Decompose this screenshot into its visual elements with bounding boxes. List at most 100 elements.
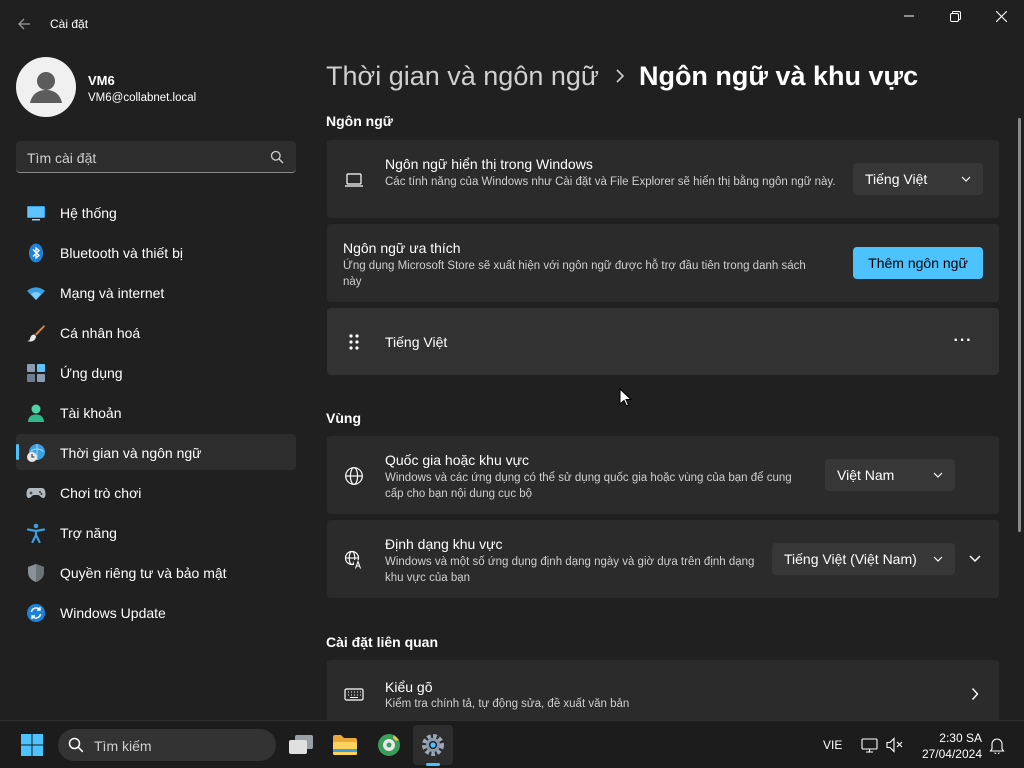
start-button[interactable] [12, 725, 52, 765]
dropdown-value: Việt Nam [837, 467, 895, 483]
breadcrumb: Thời gian và ngôn ngữ Ngôn ngữ và khu vự… [326, 58, 918, 94]
sidebar-item-network[interactable]: Mạng và internet [16, 274, 296, 310]
display-language-title: Ngôn ngữ hiển thị trong Windows [385, 156, 593, 172]
task-view-icon [289, 735, 313, 754]
sidebar-item-label: Mạng và internet [60, 285, 165, 301]
minimize-icon [904, 15, 914, 17]
user-name: VM6 [88, 73, 115, 88]
dropdown-value: Tiếng Việt (Việt Nam) [784, 551, 917, 567]
gear-icon [422, 734, 444, 756]
system-icon [27, 206, 45, 221]
minimize-button[interactable] [886, 0, 932, 32]
globe-icon [345, 467, 363, 485]
shield-icon [28, 564, 44, 582]
regional-format-title: Định dạng khu vực [385, 536, 503, 552]
sidebar-item-label: Windows Update [60, 605, 166, 621]
typing-desc: Kiểm tra chính tả, tự động sửa, đề xuất … [385, 698, 630, 710]
time-language-icon [27, 444, 45, 462]
sidebar-item-time-language[interactable]: Thời gian và ngôn ngữ [16, 434, 296, 470]
display-language-dropdown[interactable]: Tiếng Việt [853, 163, 983, 195]
country-desc: Windows và các ứng dụng có thể sử dụng q… [385, 472, 792, 500]
search-input[interactable]: Tìm cài đặt [16, 141, 296, 173]
back-button[interactable] [12, 12, 36, 36]
title-bar: Cài đặt [0, 0, 1024, 48]
sidebar-item-windows-update[interactable]: Windows Update [16, 594, 296, 630]
sidebar-item-label: Cá nhân hoá [60, 325, 141, 341]
clock-date: 27/04/2024 [921, 747, 982, 761]
sidebar-item-label: Thời gian và ngôn ngữ [60, 445, 202, 461]
regional-format-icon [344, 550, 363, 569]
sidebar-item-label: Quyền riêng tư và bảo mật [60, 565, 227, 581]
country-title: Quốc gia hoặc khu vực [385, 452, 530, 468]
restore-icon [949, 10, 961, 22]
sidebar-item-accessibility[interactable]: Trợ năng [16, 514, 296, 550]
sidebar-item-label: Hệ thống [60, 205, 117, 221]
sidebar-item-accounts[interactable]: Tài khoản [16, 394, 296, 430]
section-region: Vùng [326, 410, 361, 426]
settings-app-button[interactable] [413, 725, 453, 765]
expand-chevron-icon[interactable] [968, 553, 982, 565]
search-placeholder: Tìm cài đặt [27, 150, 97, 166]
laptop-icon [345, 173, 363, 187]
drag-handle-icon[interactable] [348, 333, 360, 351]
clock-time: 2:30 SA [939, 731, 982, 745]
country-dropdown[interactable]: Việt Nam [825, 459, 955, 491]
language-item-title: Tiếng Việt [385, 334, 448, 350]
dropdown-value: Tiếng Việt [865, 171, 928, 187]
sidebar-item-label: Chơi trò chơi [60, 485, 142, 501]
sidebar-item-label: Trợ năng [60, 525, 117, 541]
user-email: VM6@collabnet.local [88, 92, 197, 104]
app-button[interactable] [369, 725, 409, 765]
chevron-down-icon [933, 556, 943, 562]
volume-muted-icon[interactable] [886, 737, 904, 753]
app-icon [378, 734, 400, 756]
page-title: Ngôn ngữ và khu vực [638, 60, 919, 91]
sidebar-item-system[interactable]: Hệ thống [16, 194, 296, 230]
regional-format-desc: Windows và một số ứng dụng định dạng ngà… [385, 556, 755, 584]
back-arrow-icon [18, 18, 30, 30]
app-title: Cài đặt [50, 17, 89, 31]
maximize-button[interactable] [932, 0, 978, 32]
apps-icon [27, 364, 45, 382]
input-language[interactable]: VIE [823, 738, 842, 752]
section-related: Cài đặt liên quan [326, 634, 439, 650]
search-icon [68, 737, 84, 753]
file-explorer-button[interactable] [325, 725, 365, 765]
scrollbar[interactable] [1018, 118, 1021, 532]
mouse-cursor-icon [619, 388, 633, 407]
avatar [16, 57, 76, 117]
taskbar: Tìm kiếm VIE 2:30 SA 27/04/2024 [0, 720, 1024, 768]
sidebar-item-personalization[interactable]: Cá nhân hoá [16, 314, 296, 350]
language-list-item[interactable]: Tiếng Việt ··· [327, 308, 999, 375]
sidebar-item-bluetooth[interactable]: Bluetooth và thiết bị [16, 234, 296, 270]
active-app-indicator [426, 763, 440, 766]
more-options-button[interactable]: ··· [943, 326, 983, 356]
search-icon [270, 150, 284, 164]
gamepad-icon [26, 488, 46, 498]
clock[interactable]: 2:30 SA 27/04/2024 [920, 730, 982, 762]
taskbar-search-label: Tìm kiếm [94, 738, 152, 754]
sidebar-item-gaming[interactable]: Chơi trò chơi [16, 474, 296, 510]
taskbar-search[interactable]: Tìm kiếm [58, 729, 276, 761]
accessibility-icon [26, 523, 46, 543]
regional-format-dropdown[interactable]: Tiếng Việt (Việt Nam) [772, 543, 955, 575]
typing-card[interactable]: Kiểu gõ Kiểm tra chính tả, tự động sửa, … [327, 660, 999, 720]
sidebar-item-label: Ứng dụng [60, 365, 123, 381]
sidebar-item-apps[interactable]: Ứng dụng [16, 354, 296, 390]
add-language-button[interactable]: Thêm ngôn ngữ [853, 247, 983, 279]
breadcrumb-parent[interactable]: Thời gian và ngôn ngữ [326, 61, 599, 92]
regional-format-card[interactable]: Định dạng khu vực Windows và một số ứng … [327, 520, 999, 598]
close-button[interactable] [978, 0, 1024, 32]
display-language-desc: Các tính năng của Windows như Cài đặt và… [385, 176, 836, 188]
notification-bell-icon[interactable] [989, 737, 1005, 754]
network-icon[interactable] [861, 738, 879, 753]
display-language-card: Ngôn ngữ hiển thị trong Windows Các tính… [327, 140, 999, 218]
chevron-right-icon [971, 688, 979, 700]
task-view-button[interactable] [281, 725, 321, 765]
sidebar-item-label: Bluetooth và thiết bị [60, 245, 183, 261]
folder-icon [333, 735, 357, 755]
section-language: Ngôn ngữ [326, 113, 393, 129]
keyboard-icon [344, 688, 364, 701]
sidebar-item-privacy[interactable]: Quyền riêng tư và bảo mật [16, 554, 296, 590]
close-icon [995, 10, 1007, 22]
